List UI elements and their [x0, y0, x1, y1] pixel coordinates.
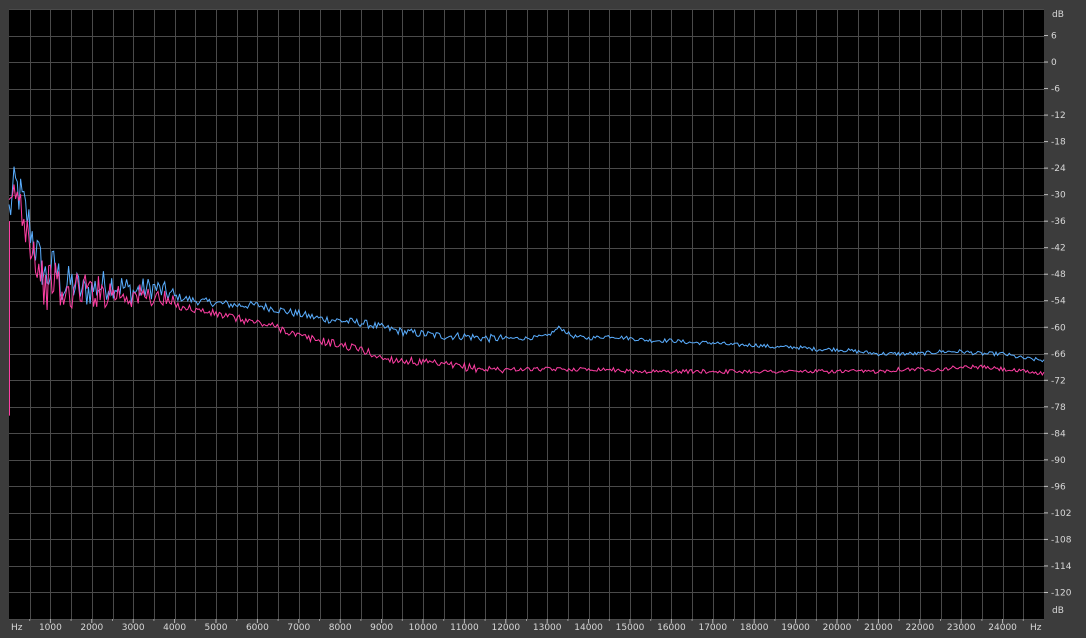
x-tick-label: 1000: [39, 623, 62, 633]
x-tick-label: 11000: [450, 623, 479, 633]
y-tick-label: -36: [1051, 217, 1066, 227]
x-tick-label: 23000: [947, 623, 976, 633]
x-tick-label: 17000: [698, 623, 727, 633]
x-tick-label: 2000: [80, 623, 103, 633]
y-tick-label: -66: [1051, 350, 1066, 360]
x-tick-label: 13000: [533, 623, 562, 633]
x-tick-label: 20000: [823, 623, 852, 633]
y-tick-label: -30: [1051, 191, 1066, 201]
y-tick-label: -90: [1051, 456, 1066, 466]
x-tick-label: 9000: [370, 623, 393, 633]
y-tick-label: -102: [1051, 509, 1071, 519]
x-axis-ticks: 1000 2000 3000 4000 5000 6000 7000 8000 9000 1000…: [29, 619, 1024, 633]
y-tick-label: 6: [1051, 32, 1057, 42]
y-tick-label: -120: [1051, 588, 1072, 598]
y-tick-label: -24: [1051, 164, 1066, 174]
x-tick-label: 21000: [864, 623, 893, 633]
x-tick-label: 10000: [409, 623, 438, 633]
y-tick-label: -72: [1051, 376, 1066, 386]
x-tick-label: 12000: [491, 623, 520, 633]
y-tick-label: -84: [1051, 429, 1066, 439]
x-axis-unit-left: Hz: [11, 623, 23, 633]
plot-area[interactable]: [9, 9, 1044, 619]
y-tick-label: -48: [1051, 270, 1066, 280]
x-tick-label: 4000: [163, 623, 186, 633]
y-tick-label: -114: [1051, 562, 1072, 572]
spectrum-window: 1000 2000 3000 4000 5000 6000 7000 8000 9000 1000…: [0, 0, 1086, 638]
y-tick-label: -54: [1051, 297, 1066, 307]
x-tick-label: 16000: [657, 623, 686, 633]
x-tick-label: 3000: [122, 623, 145, 633]
x-tick-label: 18000: [740, 623, 769, 633]
y-tick-label: -12: [1051, 111, 1066, 121]
y-tick-label: -6: [1051, 85, 1060, 95]
x-tick-label: 6000: [246, 623, 269, 633]
y-tick-label: -78: [1051, 403, 1066, 413]
y-tick-label: -60: [1051, 323, 1066, 333]
y-tick-label: -42: [1051, 244, 1066, 254]
y-axis-ticks: 6 0 -6 -12 -18 -24 -30 -36 -42 -48 -54 -60 -66 -72 -78…: [1044, 32, 1072, 598]
x-tick-label: 19000: [781, 623, 810, 633]
y-axis-unit-top: dB: [1052, 10, 1064, 20]
x-tick-label: 7000: [287, 623, 310, 633]
x-tick-label: 15000: [616, 623, 645, 633]
x-axis-unit-right: Hz: [1030, 623, 1042, 633]
frequency-spectrum-chart: 1000 2000 3000 4000 5000 6000 7000 8000 9000 1000…: [8, 9, 1072, 633]
y-axis-unit-bottom: dB: [1052, 606, 1064, 616]
x-tick-label: 22000: [905, 623, 934, 633]
y-tick-label: 0: [1051, 58, 1057, 68]
x-tick-label: 5000: [205, 623, 228, 633]
x-tick-label: 14000: [574, 623, 603, 633]
y-tick-label: -96: [1051, 482, 1066, 492]
x-tick-label: 8000: [329, 623, 352, 633]
y-tick-label: -108: [1051, 535, 1072, 545]
y-tick-label: -18: [1051, 138, 1066, 148]
x-tick-label: 24000: [988, 623, 1017, 633]
